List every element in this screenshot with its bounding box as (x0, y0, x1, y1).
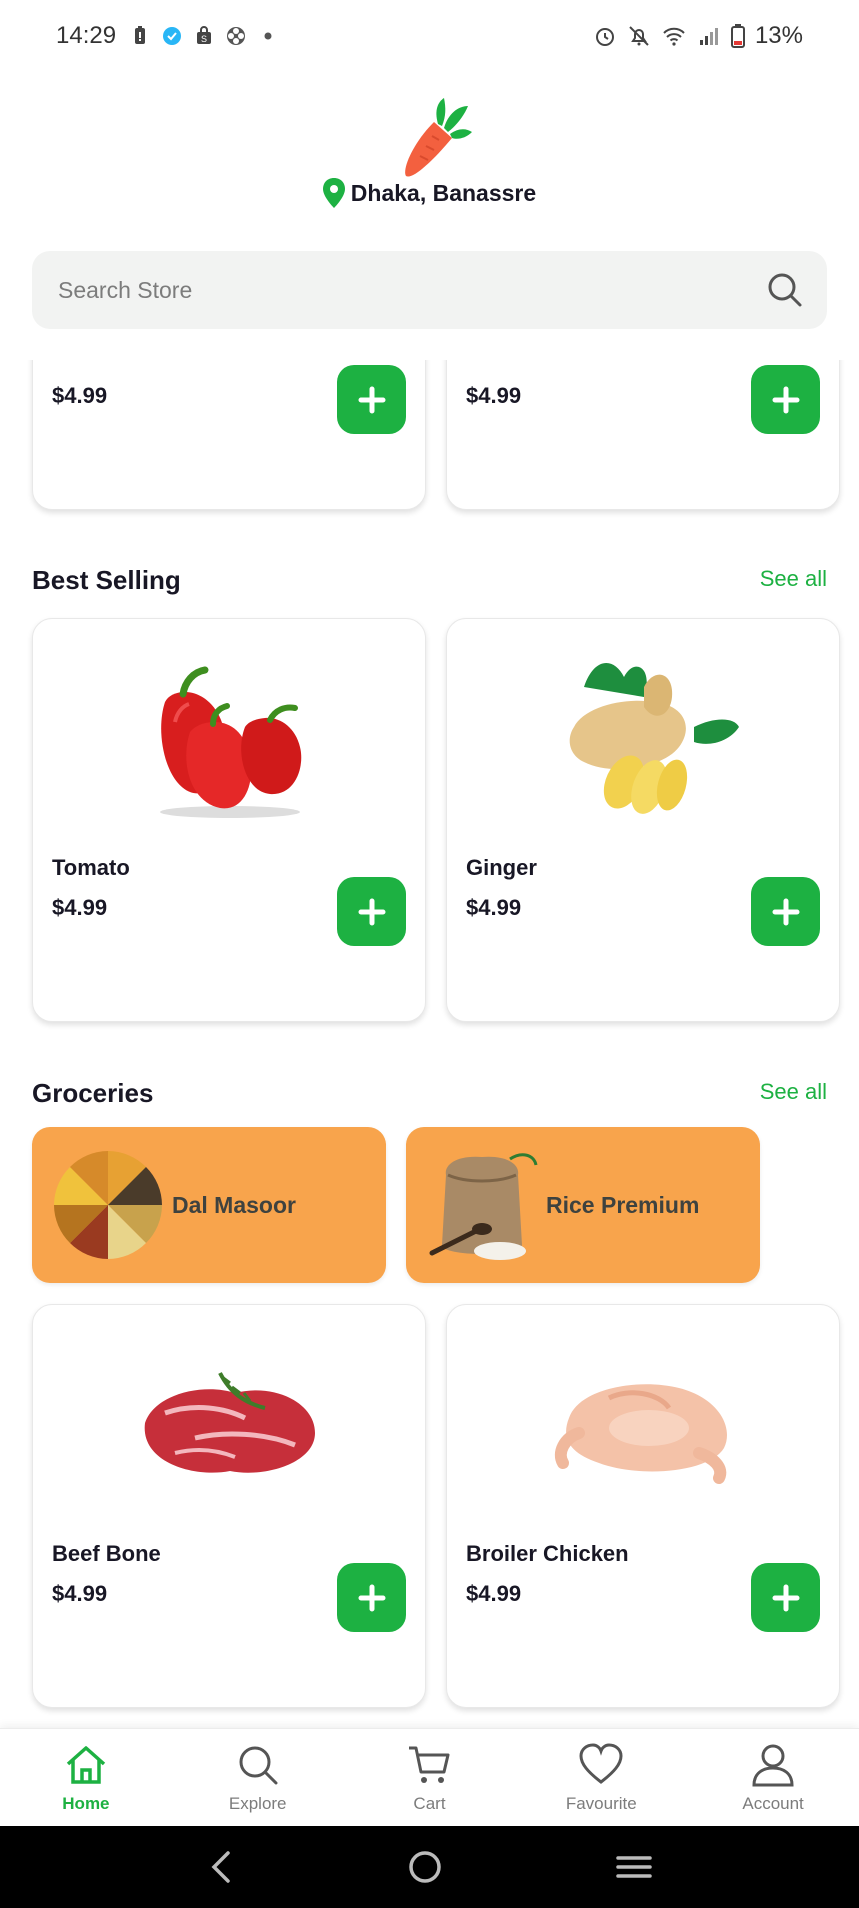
product-card[interactable]: $4.99 (446, 360, 840, 510)
product-name: Beef Bone (52, 1541, 161, 1566)
section-title-best-selling: Best Selling (32, 565, 181, 595)
add-to-cart-button[interactable] (751, 365, 820, 434)
home-circle-icon[interactable] (407, 1849, 443, 1885)
nav-item-home[interactable]: Home (0, 1729, 172, 1826)
pinwheel-icon (227, 27, 246, 45)
nav-item-favourite[interactable]: Favourite (515, 1729, 687, 1826)
product-price: $4.99 (466, 1581, 522, 1606)
status-time: 14:29 (56, 22, 117, 49)
system-nav-bar (0, 1826, 859, 1908)
heart-icon (579, 1742, 623, 1784)
status-right: 13% (593, 0, 803, 72)
status-left-icons: S (130, 26, 278, 46)
back-icon[interactable] (206, 1850, 236, 1884)
product-image (33, 1333, 427, 1513)
lentils-image (54, 1151, 162, 1259)
shopping-bag-icon: S (197, 26, 212, 44)
product-price: $4.99 (52, 383, 108, 408)
add-to-cart-button[interactable] (337, 365, 406, 434)
add-to-cart-button[interactable] (337, 877, 406, 946)
nav-item-explore[interactable]: Explore (172, 1729, 344, 1826)
see-all-groceries-link[interactable]: See all (760, 1079, 827, 1105)
location-pin-icon (322, 178, 345, 208)
location-text: Dhaka, Banassre (350, 179, 537, 206)
red-pepper-image (160, 666, 302, 818)
search-bar[interactable] (32, 251, 827, 329)
notifications-off-icon (629, 26, 649, 46)
product-price: $4.99 (466, 895, 522, 920)
battery-saver-icon (135, 26, 146, 44)
product-image (447, 1333, 841, 1513)
product-name: Tomato (52, 855, 130, 880)
dot-icon (264, 32, 272, 40)
product-card[interactable]: $4.99 (32, 360, 426, 510)
product-name: Ginger (466, 855, 537, 880)
see-all-best-selling-link[interactable]: See all (760, 566, 827, 592)
add-to-cart-button[interactable] (751, 1563, 820, 1632)
plus-icon (358, 1584, 385, 1611)
nav-label: Account (742, 1793, 804, 1813)
user-icon (752, 1744, 794, 1786)
search-icon (239, 1746, 278, 1784)
grocery-category-rice-premium[interactable]: Rice Premium (406, 1127, 760, 1283)
product-card-tomato[interactable]: Tomato $4.99 (32, 618, 426, 1022)
nav-label: Favourite (565, 1793, 637, 1813)
alarm-icon (595, 28, 614, 46)
add-to-cart-button[interactable] (751, 877, 820, 946)
nav-item-cart[interactable]: Cart (344, 1729, 516, 1826)
plus-icon (772, 898, 799, 925)
grocery-category-dal-masoor[interactable]: Dal Masoor (32, 1127, 386, 1283)
scroll-viewport[interactable]: $4.99 $4.99 Best Selling See all Tomato … (0, 360, 859, 1728)
beef-image (144, 1372, 315, 1473)
product-price: $4.99 (466, 383, 522, 408)
bottom-nav: Home Explore Cart Favourite Account (0, 1728, 859, 1826)
grocery-category-label: Rice Premium (546, 1191, 700, 1218)
battery-percent: 13% (754, 22, 803, 49)
search-icon[interactable] (767, 272, 803, 308)
rice-sack-image (429, 1153, 538, 1260)
product-image (447, 647, 841, 827)
home-icon (66, 1745, 106, 1784)
plus-icon (358, 386, 385, 413)
product-name: Broiler Chicken (466, 1541, 629, 1566)
carrot-logo (405, 98, 472, 177)
chicken-image (554, 1384, 727, 1484)
status-bar: 14:29 S 13% (0, 0, 859, 72)
nav-label: Explore (228, 1793, 287, 1813)
product-price: $4.99 (52, 1581, 108, 1606)
ginger-image (569, 663, 739, 814)
plus-icon (358, 898, 385, 925)
plus-icon (772, 1584, 799, 1611)
product-price: $4.99 (52, 895, 108, 920)
svg-text:S: S (201, 34, 207, 44)
search-input[interactable] (58, 276, 767, 304)
recent-apps-icon[interactable] (614, 1852, 654, 1882)
product-card-beef-bone[interactable]: Beef Bone $4.99 (32, 1304, 426, 1708)
cart-icon (409, 1746, 450, 1783)
verified-icon (163, 27, 182, 45)
nav-label: Cart (413, 1793, 446, 1813)
location-selector[interactable]: Dhaka, Banassre (0, 178, 859, 208)
nav-item-account[interactable]: Account (687, 1729, 859, 1826)
section-title-groceries: Groceries (32, 1078, 154, 1108)
grocery-category-label: Dal Masoor (172, 1191, 296, 1218)
product-card-broiler-chicken[interactable]: Broiler Chicken $4.99 (446, 1304, 840, 1708)
plus-icon (772, 386, 799, 413)
nav-label: Home (62, 1793, 110, 1813)
product-image (33, 647, 427, 827)
add-to-cart-button[interactable] (337, 1563, 406, 1632)
wifi-icon (663, 27, 685, 46)
battery-icon (730, 24, 745, 48)
signal-icon (699, 28, 718, 45)
product-card-ginger[interactable]: Ginger $4.99 (446, 618, 840, 1022)
